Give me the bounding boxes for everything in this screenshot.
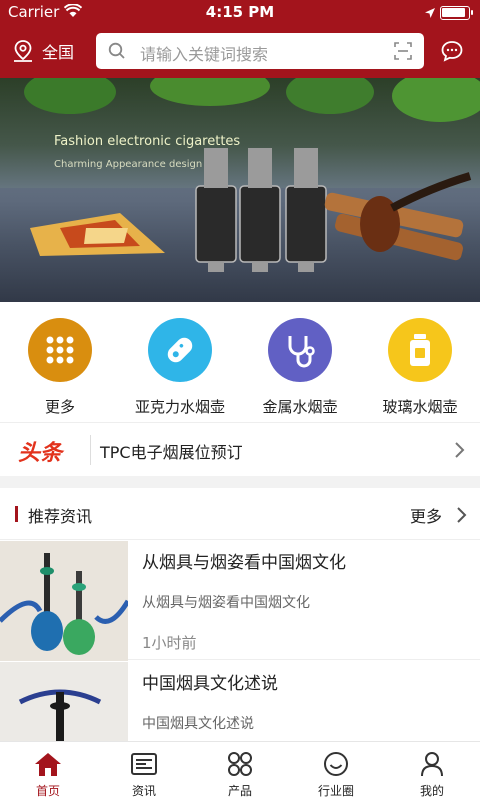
grid-four-icon [192, 750, 288, 778]
category-label: 亚克力水烟壶 [134, 398, 225, 416]
category-label: 玻璃水烟壶 [382, 398, 458, 416]
search-placeholder: 请输入关键词搜索 [140, 45, 269, 64]
news-icon [96, 750, 192, 778]
news-thumbnail [0, 541, 128, 661]
headline-text: TPC电子烟展位预订 [100, 443, 243, 462]
divider [90, 435, 91, 465]
smile-icon [288, 750, 384, 778]
news-summary: 中国烟具文化述说 [142, 716, 254, 732]
category-metal-hookah[interactable]: 金属水烟壶 [240, 318, 360, 417]
promo-banner[interactable]: Fashion electronic cigarettes Charming A… [0, 78, 480, 302]
category-glass-hookah[interactable]: 玻璃水烟壶 [360, 318, 480, 417]
location-arrow-icon [424, 5, 436, 23]
category-acrylic-hookah[interactable]: 亚克力水烟壶 [120, 318, 240, 417]
clock: 4:15 PM [205, 3, 275, 21]
category-more[interactable]: 更多 [0, 318, 120, 417]
banner-subtitle: Charming Appearance design [54, 159, 203, 170]
section-title: 推荐资讯 [28, 507, 93, 526]
more-link[interactable]: 更多 [410, 503, 442, 527]
battery-icon [440, 6, 473, 20]
stethoscope-icon [268, 318, 332, 382]
headline-tag: 头条 [18, 441, 63, 466]
tab-news[interactable]: 资讯 [96, 750, 192, 799]
banner-artwork [0, 78, 480, 302]
banner-title: Fashion electronic cigarettes [54, 134, 241, 149]
category-shortcuts: 更多 亚克力水烟壶 金属水烟壶 玻璃水烟壶 [0, 302, 480, 422]
chevron-right-icon [455, 442, 465, 458]
message-icon[interactable] [440, 39, 464, 63]
tab-products[interactable]: 产品 [192, 750, 288, 799]
tab-home[interactable]: 首页 [0, 750, 96, 799]
user-icon [384, 750, 480, 778]
news-title: 从烟具与烟姿看中国烟文化 [142, 553, 346, 573]
top-bar: Carrier 4:15 PM 全国 请输入关键词搜索 [0, 0, 480, 78]
bottom-tab-bar: 首页 资讯 产品 行业圈 我的 [0, 741, 480, 800]
category-label: 更多 [44, 398, 75, 416]
tab-label: 我的 [419, 784, 444, 798]
news-time: 1小时前 [142, 634, 197, 652]
tab-label: 首页 [35, 784, 60, 798]
location-label: 全国 [42, 43, 75, 62]
jar-icon [388, 318, 452, 382]
section-accent-bar [15, 506, 18, 522]
grid-icon [28, 318, 92, 382]
tab-label: 产品 [227, 784, 252, 798]
section-gap [0, 476, 480, 488]
pin-icon [14, 40, 32, 62]
chevron-right-icon[interactable] [456, 506, 468, 524]
search-input[interactable]: 请输入关键词搜索 [96, 33, 424, 69]
search-icon [108, 42, 125, 59]
tab-industry[interactable]: 行业圈 [288, 750, 384, 799]
location-selector[interactable]: 全国 [12, 37, 74, 65]
category-label: 金属水烟壶 [262, 398, 338, 416]
header: 全国 请输入关键词搜索 [0, 26, 480, 76]
home-icon [0, 750, 96, 778]
news-summary: 从烟具与烟姿看中国烟文化 [142, 595, 310, 611]
tab-label: 资讯 [131, 784, 156, 798]
recommend-header: 推荐资讯 更多 [0, 488, 480, 540]
news-item[interactable]: 从烟具与烟姿看中国烟文化 从烟具与烟姿看中国烟文化 1小时前 [0, 540, 480, 661]
news-title: 中国烟具文化述说 [142, 674, 278, 694]
tab-profile[interactable]: 我的 [384, 750, 480, 799]
status-bar: Carrier 4:15 PM [0, 0, 480, 26]
headline-ticker[interactable]: 头条 TPC电子烟展位预订 [0, 422, 480, 476]
scan-icon[interactable] [394, 42, 412, 60]
tab-label: 行业圈 [317, 784, 354, 798]
capsule-icon [148, 318, 212, 382]
